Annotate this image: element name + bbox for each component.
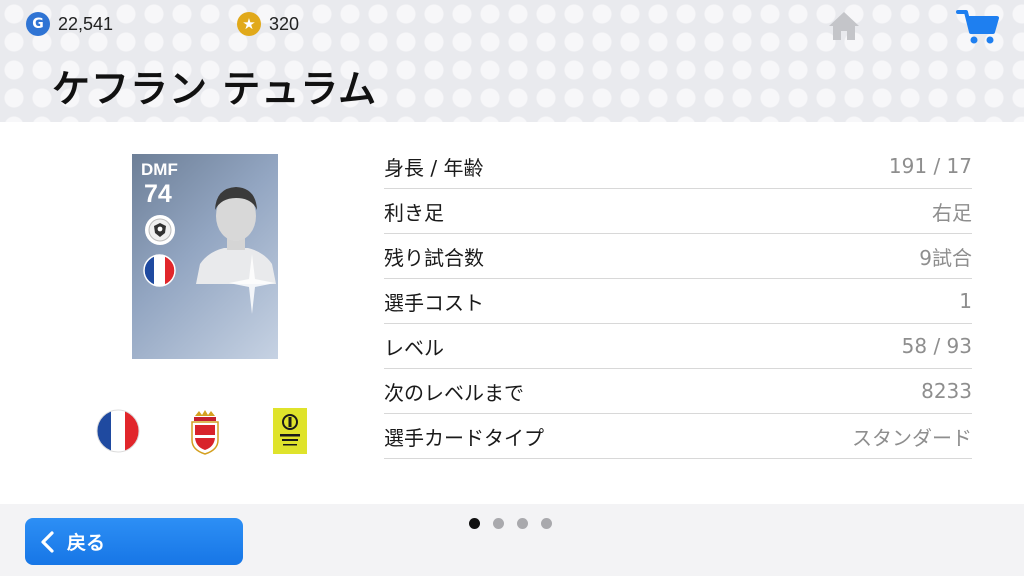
stat-row: 選手カードタイプ スタンダード [384, 414, 972, 459]
stat-label: 身長 / 年齢 [384, 155, 484, 180]
page-dot[interactable] [469, 518, 480, 529]
gp-value: 22,541 [58, 13, 114, 34]
top-bar: G 22,541 ★ 320 ケフラン テュラム [0, 0, 1024, 122]
cart-icon[interactable] [956, 8, 1000, 46]
stat-value: 8233 [921, 379, 972, 403]
stat-value: 9試合 [919, 245, 972, 270]
stat-row: レベル 58 / 93 [384, 324, 972, 369]
card-rating: 74 [144, 180, 172, 208]
stat-label: 利き足 [384, 200, 444, 225]
stat-value: 191 / 17 [888, 154, 972, 178]
stat-label: 選手コスト [384, 290, 484, 315]
gp-balance: G 22,541 [26, 10, 113, 38]
club-badge-icon [145, 215, 175, 245]
stat-label: レベル [384, 335, 444, 360]
stat-value: 1 [959, 289, 972, 313]
back-button-label: 戻る [67, 532, 106, 554]
gp-icon: G [26, 12, 50, 36]
coin-value: 320 [269, 13, 300, 34]
stat-label: 残り試合数 [384, 245, 484, 270]
chevron-left-icon [41, 530, 54, 553]
sparkle-icon [229, 254, 275, 314]
stat-label: 選手カードタイプ [384, 425, 544, 450]
stat-row: 利き足 右足 [384, 189, 972, 234]
france-flag-icon [143, 254, 176, 287]
stat-row: 選手コスト 1 [384, 279, 972, 324]
page-dot[interactable] [541, 518, 552, 529]
nationality-flag-icon [96, 409, 140, 453]
club-crest-icon [191, 410, 219, 455]
page-dot[interactable] [517, 518, 528, 529]
stat-value: スタンダード [852, 425, 972, 450]
stat-row: 身長 / 年齢 191 / 17 [384, 144, 972, 189]
home-icon[interactable] [826, 9, 862, 43]
league-logo-icon [273, 408, 307, 454]
coin-balance: ★ 320 [237, 10, 299, 38]
player-card[interactable]: DMF 74 [132, 154, 278, 359]
stat-value: 58 / 93 [901, 334, 972, 358]
stat-row: 残り試合数 9試合 [384, 234, 972, 279]
stat-row: 次のレベルまで 8233 [384, 369, 972, 414]
player-stats-list: 身長 / 年齢 191 / 17 利き足 右足残り試合数 9試合選手コスト 1 レベル 58 … [384, 144, 972, 459]
page-dot[interactable] [493, 518, 504, 529]
stat-value: 右足 [932, 200, 972, 225]
page-indicator [469, 518, 552, 529]
stat-label: 次のレベルまで [384, 380, 524, 405]
coin-star-icon: ★ [237, 12, 261, 36]
back-button[interactable]: 戻る [25, 518, 243, 565]
card-position: DMF [141, 160, 178, 179]
player-name: ケフラン テュラム [52, 67, 378, 111]
